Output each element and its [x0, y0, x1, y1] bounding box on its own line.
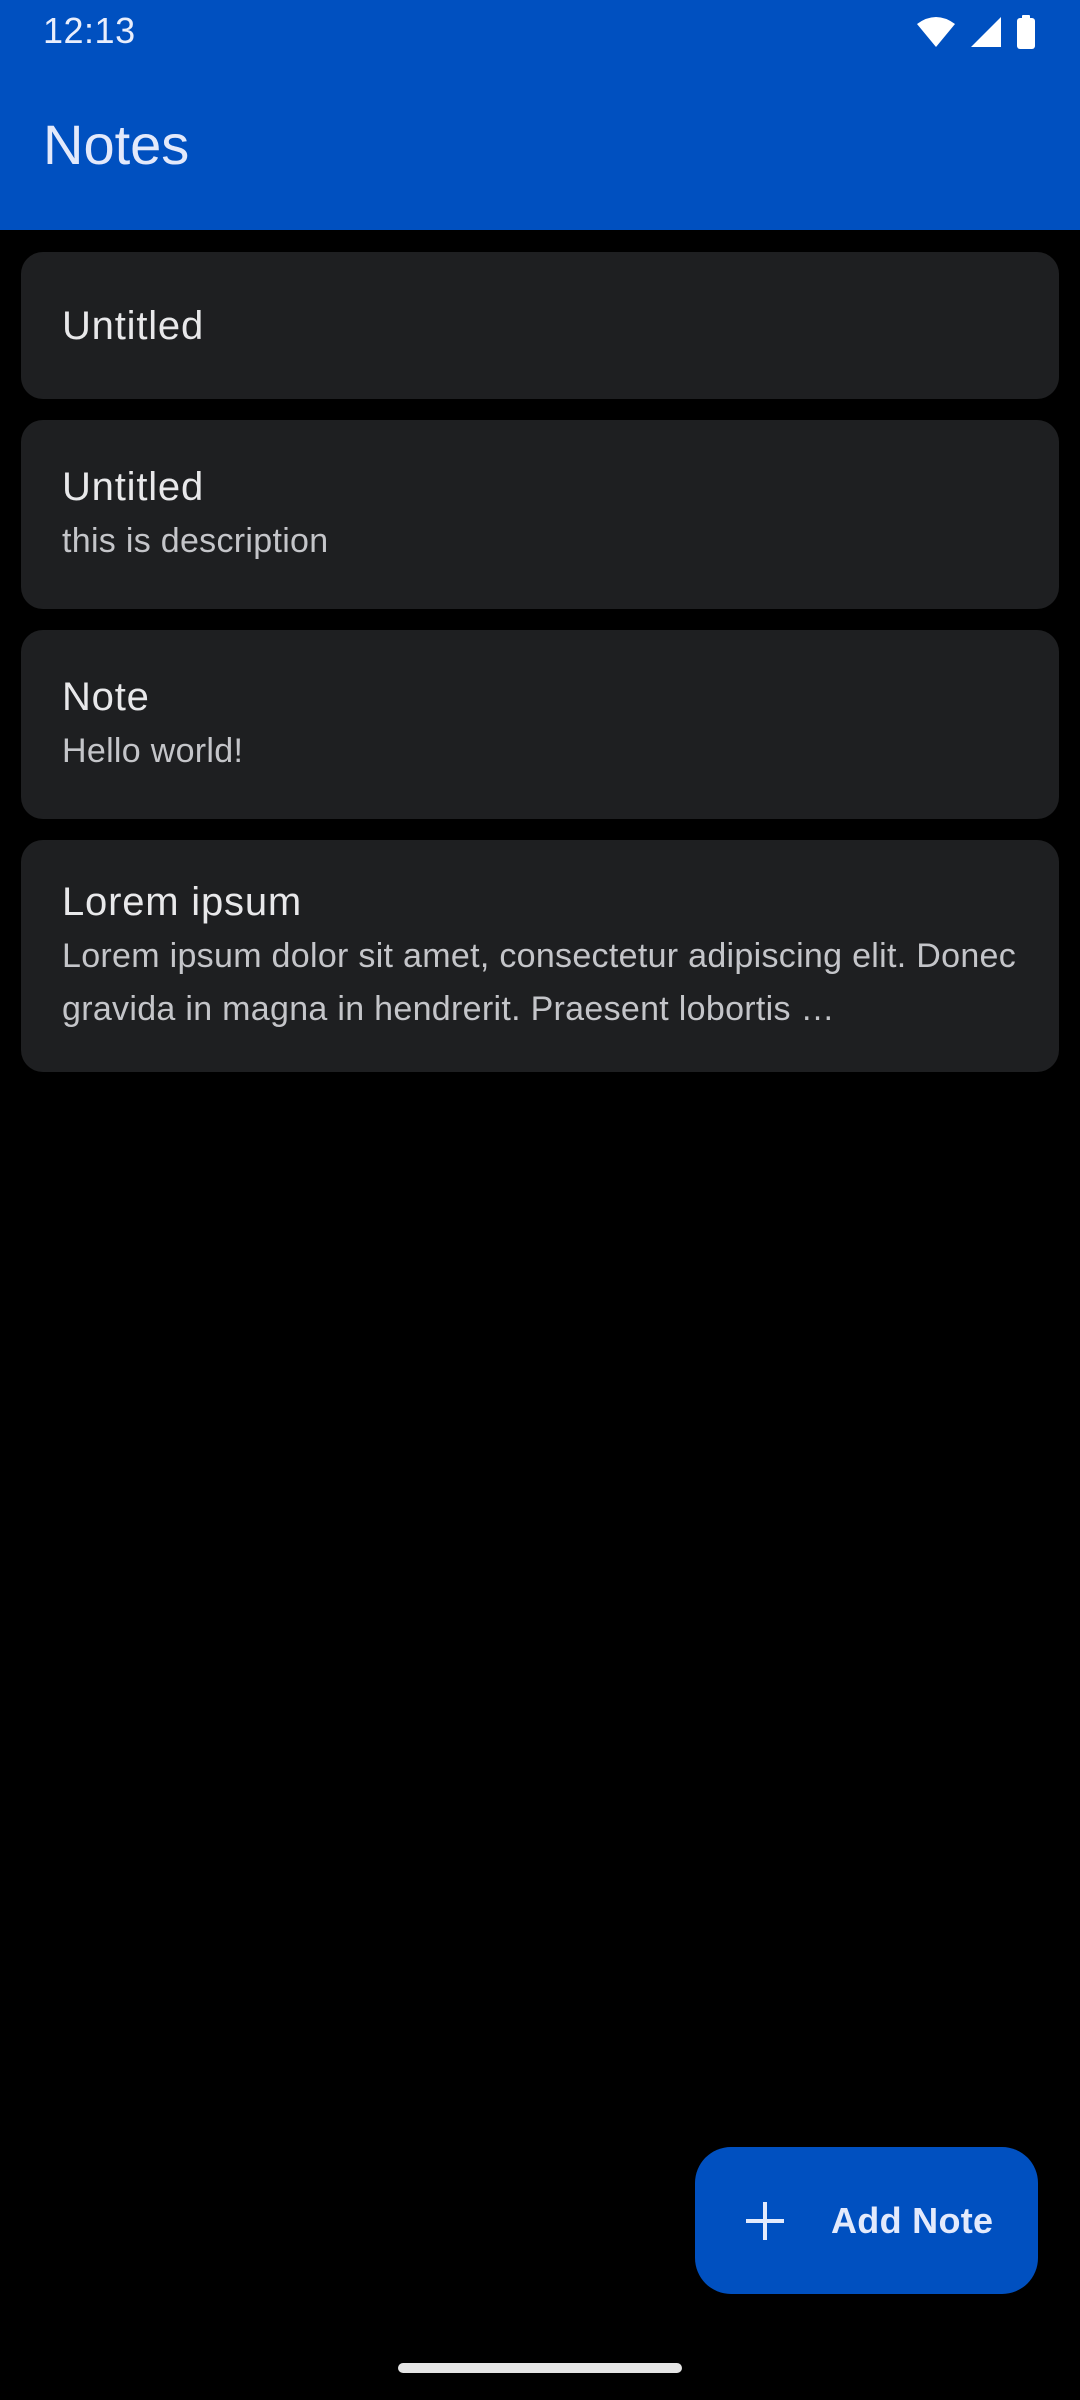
- note-card[interactable]: Lorem ipsum Lorem ipsum dolor sit amet, …: [21, 840, 1059, 1072]
- note-description: Hello world!: [62, 732, 244, 770]
- note-description: this is description: [62, 522, 329, 560]
- note-title: Lorem ipsum: [62, 880, 302, 924]
- note-card[interactable]: Untitled: [21, 252, 1059, 399]
- wifi-icon: [916, 16, 956, 48]
- note-title: Untitled: [62, 465, 205, 509]
- note-title: Note: [62, 675, 150, 719]
- page-title: Notes: [43, 113, 190, 176]
- note-description: Lorem ipsum dolor sit amet, consectetur …: [62, 937, 1017, 1028]
- status-time: 12:13: [43, 10, 136, 51]
- top-app-bar: 12:13 Notes: [0, 0, 1080, 230]
- gesture-navigation-handle[interactable]: [398, 2363, 682, 2373]
- add-note-button[interactable]: Add Note: [695, 2147, 1038, 2294]
- note-title: Untitled: [62, 303, 205, 348]
- plus-icon: [745, 2201, 785, 2241]
- signal-icon: [970, 16, 1002, 48]
- add-note-label: Add Note: [831, 2199, 994, 2241]
- status-bar: 12:13: [0, 0, 1080, 64]
- note-list: Untitled Untitled this is description No…: [21, 252, 1059, 1072]
- note-card[interactable]: Untitled this is description: [21, 420, 1059, 609]
- battery-icon: [1016, 15, 1036, 49]
- status-icons: [916, 12, 1036, 52]
- note-card[interactable]: Note Hello world!: [21, 630, 1059, 819]
